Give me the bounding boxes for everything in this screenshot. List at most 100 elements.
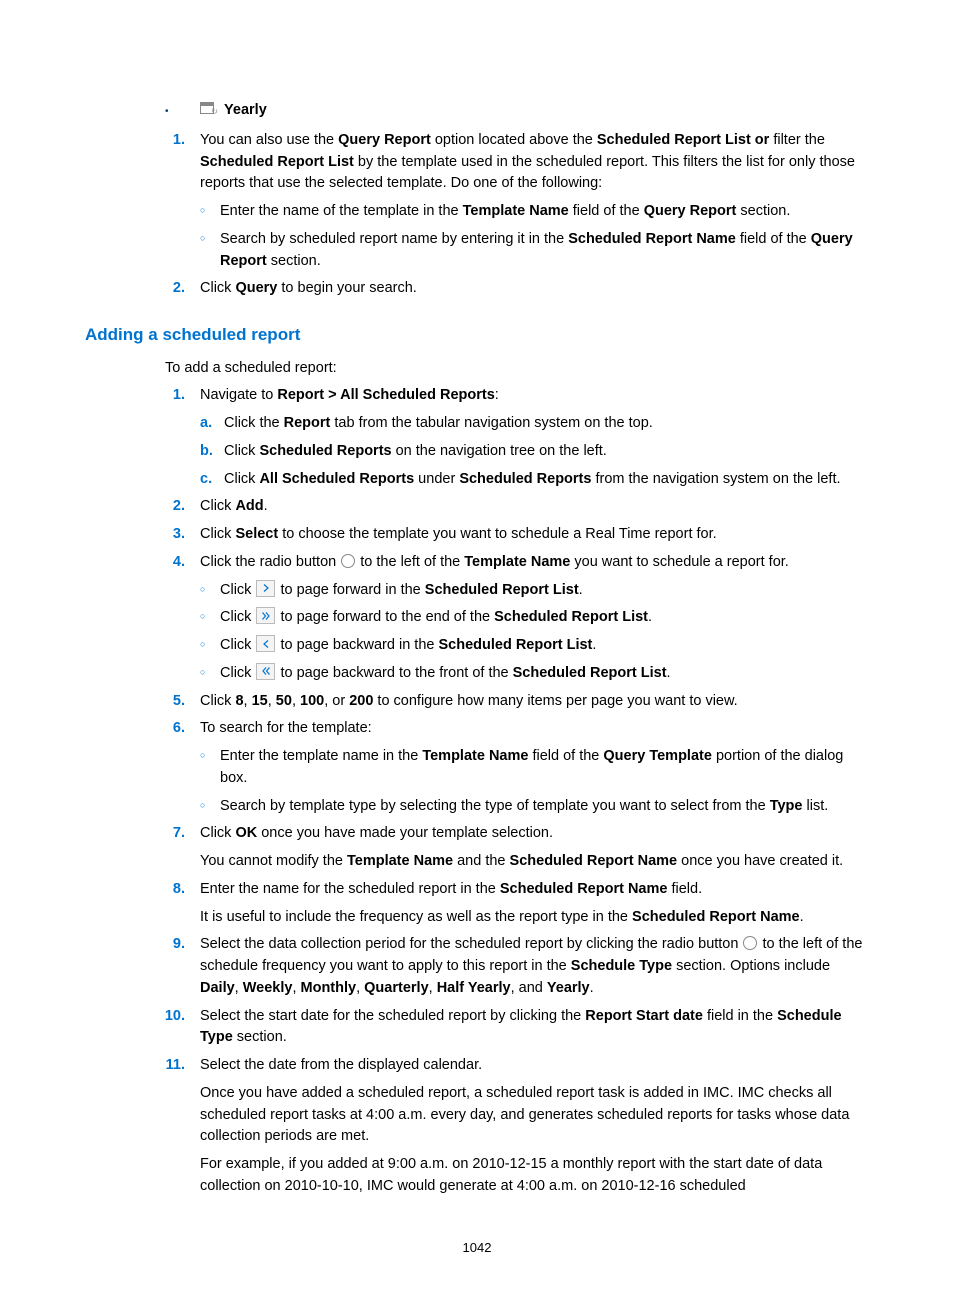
bold: Select <box>235 526 278 542</box>
radio-button-icon <box>341 554 355 568</box>
text: Click <box>220 582 255 598</box>
text: option located above the <box>431 132 597 148</box>
bold: Scheduled Report List <box>513 665 667 681</box>
text: You can also use the <box>200 132 338 148</box>
text: It is useful to include the frequency as… <box>200 909 632 925</box>
followup-text: You cannot modify the Template Name and … <box>200 851 869 873</box>
text: . <box>648 609 652 625</box>
sub-item: Search by template type by selecting the… <box>200 796 869 818</box>
num-mark: 8. <box>155 879 185 901</box>
bold: Schedule Type <box>571 958 672 974</box>
sub-a-item: a.Click the Report tab from the tabular … <box>200 413 869 435</box>
text: , <box>356 980 364 996</box>
text: to the left of the <box>356 554 464 570</box>
step-8: 8. Enter the name for the scheduled repo… <box>85 879 869 929</box>
text: Search by scheduled report name by enter… <box>220 231 568 247</box>
bold: Quarterly <box>364 980 428 996</box>
bold: Scheduled Report Name <box>568 231 736 247</box>
text: section. <box>736 203 790 219</box>
bold: Scheduled Report List <box>438 637 592 653</box>
text: , <box>268 693 276 709</box>
text: tab from the tabular navigation system o… <box>330 415 652 431</box>
bold: 100 <box>300 693 324 709</box>
text: field. <box>667 881 702 897</box>
num-mark: 11. <box>155 1055 185 1077</box>
bold: Type <box>770 798 803 814</box>
followup-text: It is useful to include the frequency as… <box>200 907 869 929</box>
text: Navigate to <box>200 387 277 403</box>
page-forward-icon <box>256 580 275 597</box>
text: to configure how many items per page you… <box>373 693 737 709</box>
text: Select the data collection period for th… <box>200 936 742 952</box>
text: field of the <box>569 203 644 219</box>
text: : <box>495 387 499 403</box>
step-7: 7. Click OK once you have made your temp… <box>85 823 869 873</box>
sub-item: Click to page forward in the Scheduled R… <box>200 580 869 602</box>
text: and the <box>453 853 509 869</box>
bold: Query Report <box>338 132 431 148</box>
num-mark: 3. <box>155 524 185 546</box>
step-2: 2. Click Add. <box>85 496 869 518</box>
text: . <box>667 665 671 681</box>
text: Click <box>220 609 255 625</box>
page-backward-front-icon <box>256 663 275 680</box>
text: to page forward in the <box>280 582 424 598</box>
text: , <box>292 693 300 709</box>
num-mark: 9. <box>155 934 185 956</box>
text: Select the start date for the scheduled … <box>200 1008 585 1024</box>
bold: All Scheduled Reports <box>259 471 414 487</box>
text: . <box>579 582 583 598</box>
text: . <box>800 909 804 925</box>
heading-adding-scheduled-report: Adding a scheduled report <box>85 322 869 348</box>
text: to page backward in the <box>280 637 438 653</box>
text: , <box>429 980 437 996</box>
bold: Template Name <box>422 748 528 764</box>
bullet-list: ↻ Yearly <box>85 100 869 122</box>
sub-item: Click to page backward to the front of t… <box>200 663 869 685</box>
text: Click the radio button <box>200 554 340 570</box>
text: Select the date from the displayed calen… <box>200 1057 482 1073</box>
text: . <box>592 637 596 653</box>
step-2: 2. Click Query to begin your search. <box>85 278 869 300</box>
num-mark: 4. <box>155 552 185 574</box>
ordered-list-1: 1. You can also use the Query Report opt… <box>85 130 869 300</box>
text: Enter the name for the scheduled report … <box>200 881 500 897</box>
text: You cannot modify the <box>200 853 347 869</box>
text: . <box>264 498 268 514</box>
text: Click <box>220 637 255 653</box>
step-1: 1. Navigate to Report > All Scheduled Re… <box>85 385 869 490</box>
a-mark: a. <box>200 413 212 435</box>
text: . <box>590 980 594 996</box>
text: Click <box>200 693 235 709</box>
sub-alpha-list: a.Click the Report tab from the tabular … <box>200 413 869 490</box>
page-number: 1042 <box>85 1238 869 1258</box>
step-5: 5. Click 8, 15, 50, 100, or 200 to confi… <box>85 691 869 713</box>
sub-item: Click to page backward in the Scheduled … <box>200 635 869 657</box>
text: Click <box>220 665 255 681</box>
bold: Scheduled Reports <box>259 443 391 459</box>
bold: Scheduled Report Name <box>632 909 800 925</box>
bold: 200 <box>349 693 373 709</box>
sub-list: Click to page forward in the Scheduled R… <box>200 580 869 685</box>
text: Enter the name of the template in the <box>220 203 463 219</box>
text: on the navigation tree on the left. <box>392 443 607 459</box>
bullet-yearly: ↻ Yearly <box>85 100 869 122</box>
followup-text: For example, if you added at 9:00 a.m. o… <box>200 1154 869 1198</box>
text: Click <box>200 498 235 514</box>
text: field of the <box>736 231 811 247</box>
text: list. <box>802 798 828 814</box>
bold: OK <box>235 825 257 841</box>
bold: Template Name <box>464 554 570 570</box>
text: field of the <box>528 748 603 764</box>
page: ↻ Yearly 1. You can also use the Query R… <box>0 0 954 1297</box>
bold: Template Name <box>463 203 569 219</box>
a-mark: b. <box>200 441 213 463</box>
a-mark: c. <box>200 469 212 491</box>
content: ↻ Yearly 1. You can also use the Query R… <box>85 100 869 1198</box>
bold: Template Name <box>347 853 453 869</box>
followup-text: Once you have added a scheduled report, … <box>200 1083 869 1148</box>
text: , or <box>324 693 349 709</box>
text: , <box>235 980 243 996</box>
sub-a-item: b.Click Scheduled Reports on the navigat… <box>200 441 869 463</box>
sub-list: Enter the template name in the Template … <box>200 746 869 817</box>
